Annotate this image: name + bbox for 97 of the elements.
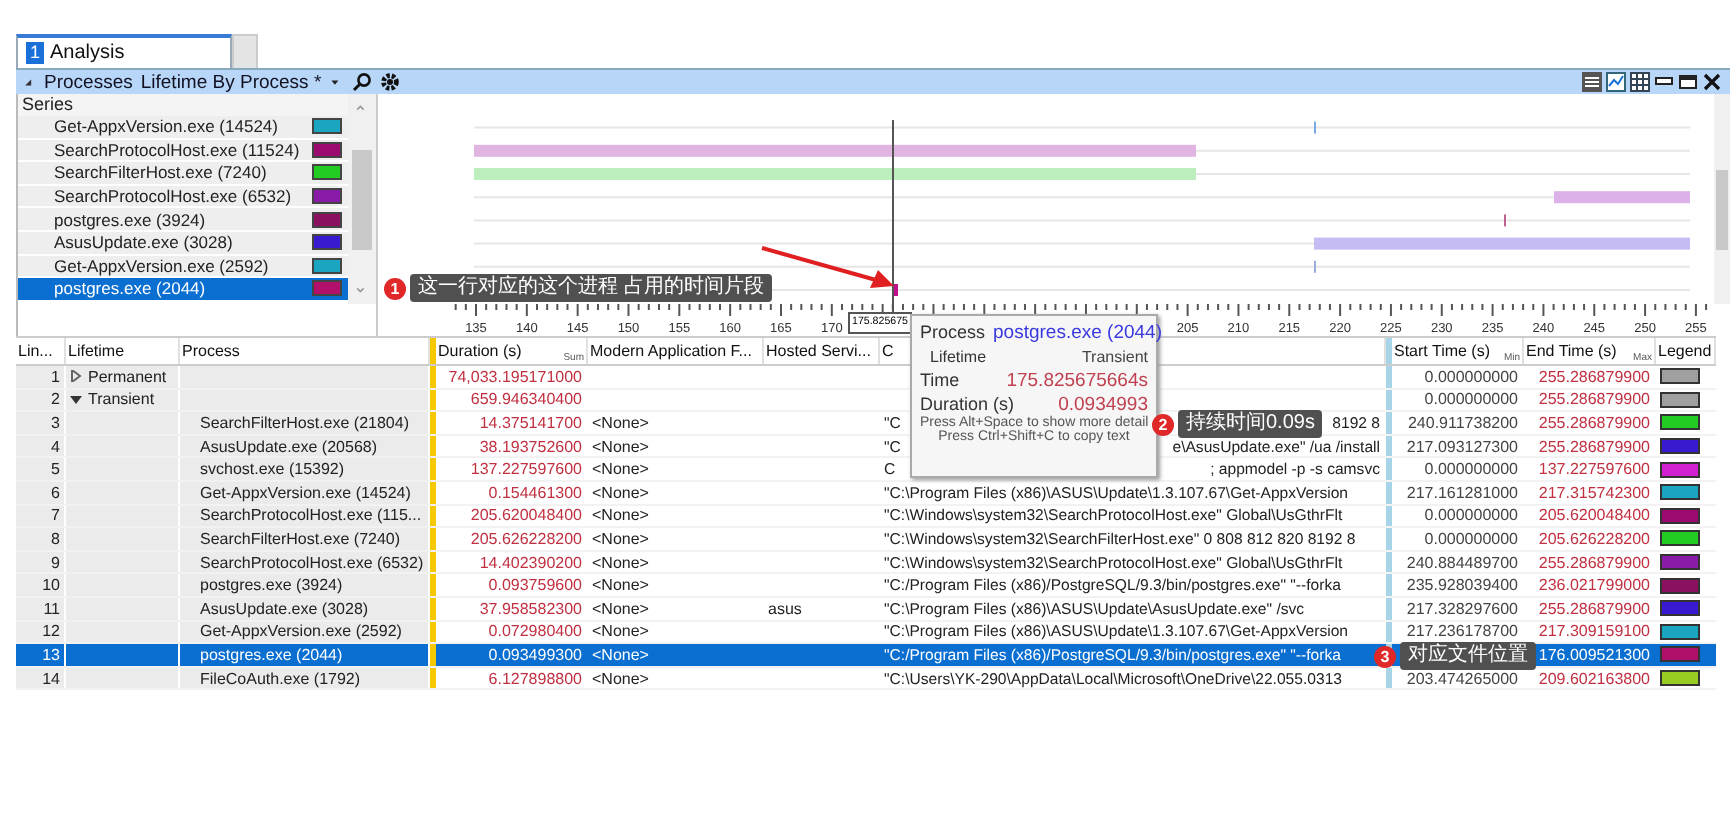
duration-cell-text: 205.626228200 [468,528,584,550]
start-time: 0.000000000 [1424,506,1518,525]
start-time: 0.000000000 [1424,367,1518,386]
start-time: 217.161281000 [1406,483,1518,502]
modern-app-text: <None> [592,413,649,432]
end-time: 205.626228200 [1536,528,1652,550]
line-number: 12 [16,621,66,643]
duration-cell-text: 14.375141700 [477,412,584,434]
start-time: 0.000000000 [1424,529,1518,548]
annotation-note: 这一行对应的这个进程 占用的时间片段 [410,274,772,302]
process-name: svchost.exe (15392) [200,460,345,479]
process-name: FileCoAuth.exe (1792) [200,669,361,688]
start-time: 217.328297600 [1406,599,1518,618]
annotation-note: 对应文件位置 [1400,642,1536,670]
end-time: 255.286879900 [1536,412,1652,434]
end-time: 217.309159100 [1536,621,1652,643]
line-number: 14 [16,667,66,689]
line-number: 10 [16,574,66,596]
lifetime-text: Transient [88,390,155,409]
line-number: 2 [16,389,66,411]
modern-app-text: <None> [592,483,649,502]
end-time: 176.009521300 [1536,644,1652,666]
duration-cell-text: 0.072980400 [486,621,584,643]
tooltip-label: Time [920,370,960,390]
start-time: 203.474265000 [1406,669,1518,688]
graph-title: Processes [44,71,133,93]
tooltip-value: 175.825675664s [1006,369,1148,391]
line-number: 5 [16,458,66,480]
modern-app-text: <None> [592,669,649,688]
line-number: 1 [16,366,66,388]
start-time: 217.236178700 [1406,622,1518,641]
process-name: SearchFilterHost.exe (21804) [200,413,409,432]
duration-cell-text: 6.127898800 [486,667,584,689]
tooltip-label: Duration (s) [920,394,1015,414]
end-time: 255.286879900 [1536,366,1652,388]
line-number: 3 [16,412,66,434]
duration-cell-text: 74,033.195171000 [446,366,584,388]
end-time: 205.620048400 [1536,505,1652,527]
modern-app-text: <None> [592,437,649,456]
end-time: 236.021799000 [1536,574,1652,596]
line-number: 8 [16,528,66,550]
tooltip-label: Lifetime [928,347,987,365]
modern-app-text: <None> [592,506,649,525]
start-time: 0.000000000 [1424,460,1518,479]
process-name: postgres.exe (2044) [200,645,343,664]
duration-cell-text: 38.193752600 [477,435,584,457]
process-name: Get-AppxVersion.exe (14524) [200,483,411,502]
line-number: 7 [16,505,66,527]
process-name: Get-AppxVersion.exe (2592) [200,622,402,641]
series-header: Series [18,94,349,116]
start-time: 235.928039400 [1406,576,1518,595]
end-time: 255.286879900 [1536,551,1652,573]
process-name: AsusUpdate.exe (3028) [200,599,369,618]
end-time: 255.286879900 [1536,597,1652,620]
process-name: AsusUpdate.exe (20568) [200,437,377,456]
modern-app-text: <None> [592,460,649,479]
step-number: 2 [1152,413,1174,435]
modern-app-text: <None> [592,645,649,664]
start-time: 240.911738200 [1407,413,1518,432]
process-name: SearchProtocolHost.exe (115... [200,506,422,525]
duration-cell-text: 37.958582300 [477,597,584,620]
tooltip-value: Transient [1081,347,1148,365]
lifetime-text: Permanent [88,367,167,386]
end-time: 255.286879900 [1536,435,1652,457]
annotation-note: 持续时间0.09s [1178,410,1323,438]
line-number: 6 [16,481,66,504]
duration-cell-text: 0.093759600 [486,574,584,596]
modern-app-text: <None> [592,576,649,595]
tooltip-label: Process [920,322,986,342]
modern-app-text: <None> [592,622,649,641]
end-time: 209.602163800 [1536,667,1652,689]
modern-app-text: <None> [592,553,649,572]
end-time: 137.227597600 [1536,458,1652,480]
duration-cell-text: 205.620048400 [468,505,584,527]
end-time: 217.315742300 [1536,481,1652,504]
start-time: 240.884489700 [1406,553,1518,572]
duration-cell-text: 659.946340400 [468,389,584,411]
line-number: 4 [16,435,66,457]
line-number: 9 [16,551,66,573]
process-name: postgres.exe (3924) [200,576,343,595]
duration-cell-text: 137.227597600 [468,458,584,480]
hosted-service-text: asus [768,599,802,618]
modern-app-text: <None> [592,599,649,618]
process-name: SearchProtocolHost.exe (6532) [200,553,424,572]
line-number: 11 [16,597,66,620]
start-time: 0.000000000 [1424,390,1518,409]
tooltip-value: 0.0934993 [1058,393,1148,415]
step-number: 1 [384,277,406,299]
duration-cell-text: 14.402390200 [477,551,584,573]
line-number: 13 [16,644,66,666]
modern-app-text: <None> [592,529,649,548]
duration-cell-text: 0.093499300 [486,644,584,666]
end-time: 255.286879900 [1536,389,1652,411]
start-time: 217.093127300 [1406,437,1518,456]
duration-cell-text: 0.154461300 [486,481,584,504]
process-name: SearchFilterHost.exe (7240) [200,529,401,548]
tooltip-value: postgres.exe (2044) [993,321,1163,343]
